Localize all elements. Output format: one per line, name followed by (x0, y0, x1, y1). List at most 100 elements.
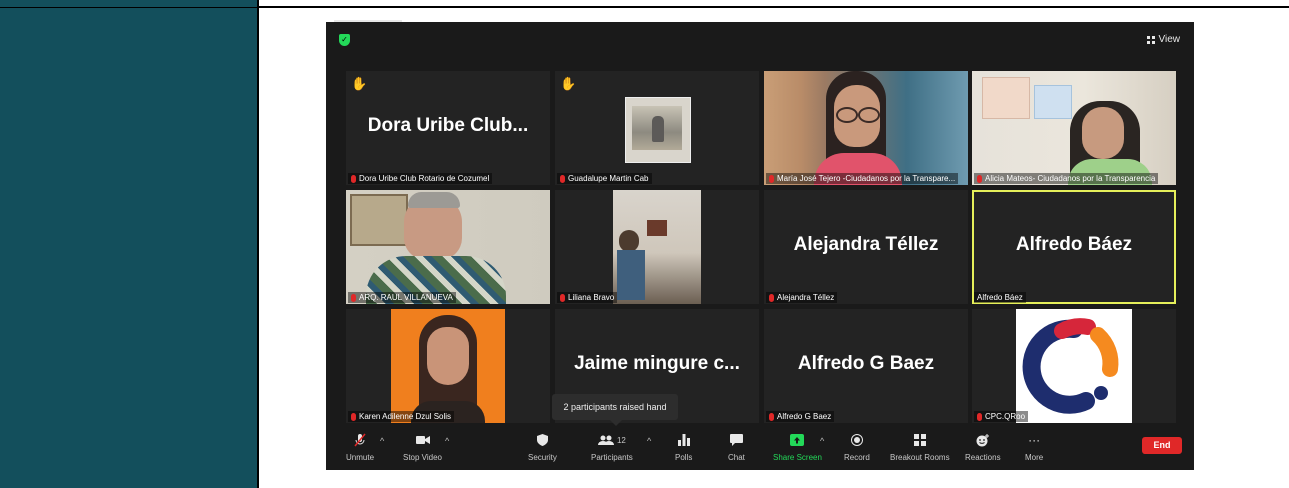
participant-name: Liliana Bravo (568, 293, 615, 302)
security-shield-icon (535, 433, 549, 447)
muted-mic-icon (353, 433, 367, 447)
zoom-meeting-window: ✓ View ✋ Dora Uribe Club... Dora Uribe C… (326, 22, 1194, 470)
record-label: Record (844, 453, 870, 462)
participants-label: Participants (591, 453, 633, 462)
breakout-rooms-label: Breakout Rooms (890, 453, 950, 462)
participants-button[interactable]: 12 Participants (591, 433, 633, 462)
participant-name-label: CPC.QRoo (974, 411, 1029, 422)
participant-display-name: Alfredo G Baez (797, 353, 935, 374)
participant-name-label: Alicia Mateos- Ciudadanos por la Transpa… (974, 173, 1159, 184)
participants-caret-icon[interactable]: ^ (647, 436, 651, 446)
participant-name: Dora Uribe Club Rotario de Cozumel (359, 174, 490, 183)
share-options-caret-icon[interactable]: ^ (820, 436, 824, 446)
video-options-caret-icon[interactable]: ^ (445, 436, 449, 446)
active-speaker-tile[interactable]: Alfredo Báez Alfredo Báez (972, 190, 1176, 304)
top-frame-line (259, 0, 1289, 8)
participant-display-name: Dora Uribe Club... (367, 115, 529, 136)
record-icon (850, 433, 864, 447)
reactions-button[interactable]: Reactions (965, 433, 1001, 462)
security-label: Security (528, 453, 557, 462)
video-feed (764, 71, 968, 185)
video-feed (391, 309, 505, 423)
share-screen-icon (790, 433, 805, 447)
participant-name-label: Karen Adilenne Dzul Solis (348, 411, 455, 422)
audio-options-caret-icon[interactable]: ^ (380, 436, 384, 446)
participant-display-name: Jaime mingure c... (574, 353, 740, 374)
muted-mic-icon (351, 412, 356, 421)
cpc-logo-graphic (1022, 318, 1119, 414)
video-tile[interactable]: María José Tejero -Ciudadanos por la Tra… (764, 71, 968, 185)
participant-display-name: Alfredo Báez (1015, 234, 1133, 255)
stop-video-button[interactable]: Stop Video (403, 433, 442, 462)
polls-bar-chart-icon (677, 433, 691, 447)
video-tile[interactable]: Karen Adilenne Dzul Solis (346, 309, 550, 423)
participant-name: ARQ. RAUL VILLANUEVA (359, 293, 453, 302)
breakout-rooms-icon (913, 433, 927, 447)
meeting-top-bar: ✓ View (326, 22, 1194, 58)
polls-label: Polls (675, 453, 693, 462)
muted-mic-icon (351, 174, 356, 183)
record-button[interactable]: Record (844, 433, 870, 462)
muted-mic-icon (769, 293, 774, 302)
muted-mic-icon (977, 174, 982, 183)
video-tile[interactable]: ✋ Guadalupe Martin Cab (555, 71, 759, 185)
participant-name: Guadalupe Martin Cab (568, 174, 649, 183)
video-tile[interactable]: Alicia Mateos- Ciudadanos por la Transpa… (972, 71, 1176, 185)
muted-mic-icon (977, 412, 982, 421)
muted-mic-icon (560, 174, 565, 183)
more-dots-icon: ··· (1028, 433, 1041, 447)
breakout-rooms-button[interactable]: Breakout Rooms (890, 433, 950, 462)
more-label: More (1025, 453, 1044, 462)
raised-hand-icon: ✋ (560, 76, 577, 91)
participant-name-label: Liliana Bravo (557, 292, 618, 303)
participant-name: María José Tejero -Ciudadanos por la Tra… (777, 174, 956, 183)
video-camera-icon (415, 433, 430, 447)
unmute-button[interactable]: Unmute (346, 433, 374, 462)
view-label: View (1158, 34, 1181, 45)
participant-display-name: Alejandra Téllez (793, 234, 939, 255)
video-feed (613, 190, 701, 304)
profile-photo (625, 97, 691, 163)
security-button[interactable]: Security (528, 433, 557, 462)
view-button[interactable]: View (1146, 34, 1181, 45)
stop-video-label: Stop Video (403, 453, 442, 462)
meeting-toolbar: Unmute ^ Stop Video ^ Security 12 Partic… (326, 429, 1194, 470)
participant-name: Alfredo Báez (977, 293, 1023, 302)
participant-name-label: Alejandra Téllez (766, 292, 838, 303)
participant-name: Karen Adilenne Dzul Solis (359, 412, 452, 421)
muted-mic-icon (351, 293, 356, 302)
raised-hand-tooltip: 2 participants raised hand (552, 394, 678, 426)
video-tile[interactable]: Alejandra Téllez Alejandra Téllez (764, 190, 968, 304)
muted-mic-icon (769, 174, 774, 183)
participant-name-label: María José Tejero -Ciudadanos por la Tra… (766, 173, 959, 184)
share-screen-label: Share Screen (773, 453, 822, 462)
video-tile[interactable]: CPC.QRoo (972, 309, 1176, 423)
participants-icon: 12 (597, 433, 626, 447)
video-tile[interactable]: ARQ. RAUL VILLANUEVA (346, 190, 550, 304)
video-tile[interactable]: Liliana Bravo (555, 190, 759, 304)
share-screen-button[interactable]: Share Screen (773, 433, 822, 462)
encryption-shield-icon[interactable]: ✓ (339, 34, 350, 46)
participant-name: CPC.QRoo (985, 412, 1026, 421)
participant-name-label: Guadalupe Martin Cab (557, 173, 652, 184)
chat-bubble-icon (729, 433, 743, 447)
reactions-smiley-icon (976, 433, 990, 447)
participant-name: Alfredo G Baez (777, 412, 832, 421)
participant-name-label: ARQ. RAUL VILLANUEVA (348, 292, 456, 303)
unmute-label: Unmute (346, 453, 375, 462)
video-feed (972, 71, 1176, 185)
more-button[interactable]: ··· More (1025, 433, 1043, 462)
muted-mic-icon (560, 293, 565, 302)
chat-label: Chat (728, 453, 745, 462)
video-tile[interactable]: Alfredo G Baez Alfredo G Baez (764, 309, 968, 423)
video-tile[interactable]: ✋ Dora Uribe Club... Dora Uribe Club Rot… (346, 71, 550, 185)
polls-button[interactable]: Polls (675, 433, 692, 462)
end-meeting-button[interactable]: End (1142, 437, 1182, 454)
raised-hand-icon: ✋ (351, 76, 368, 91)
chat-button[interactable]: Chat (728, 433, 745, 462)
left-side-panel (0, 0, 259, 488)
grid-view-icon (1146, 35, 1155, 44)
reactions-label: Reactions (965, 453, 1001, 462)
participant-name-label: Dora Uribe Club Rotario de Cozumel (348, 173, 493, 184)
participant-name-label: Alfredo Báez (974, 292, 1026, 303)
